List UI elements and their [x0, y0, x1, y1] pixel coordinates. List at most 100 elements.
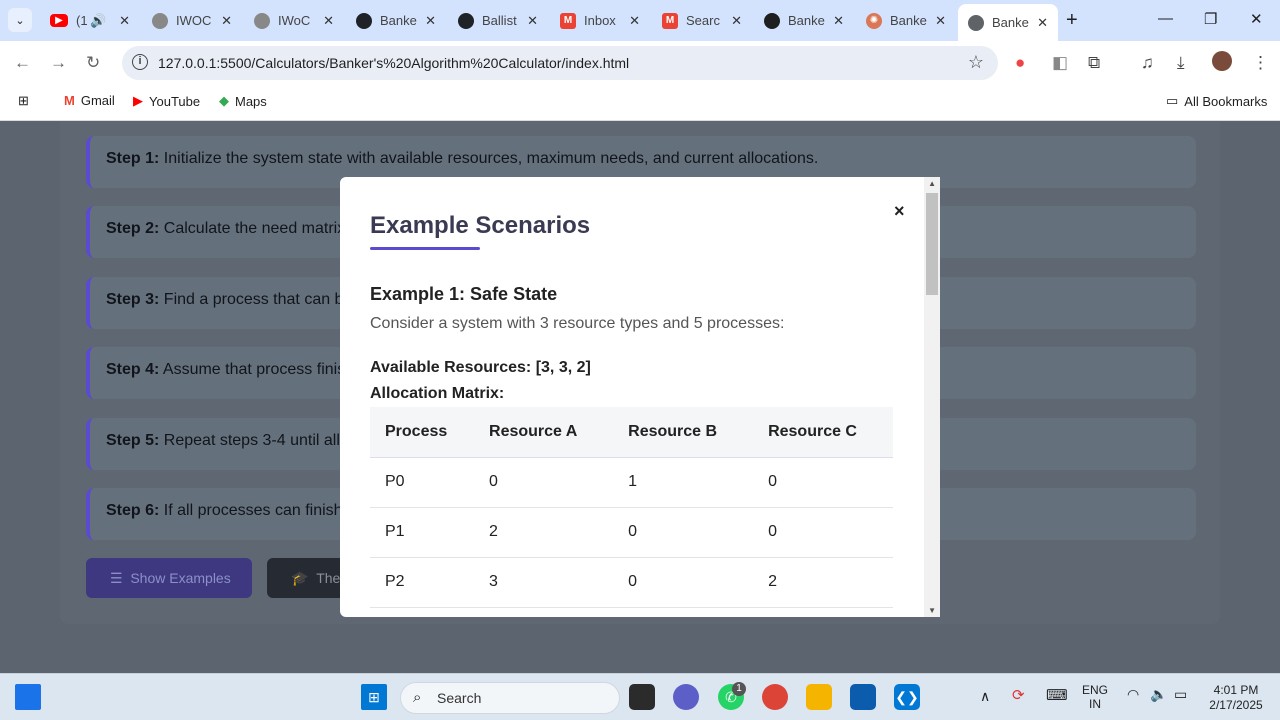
time-text: 4:01 PM: [1213, 683, 1259, 697]
wifi-icon[interactable]: ◠: [1127, 686, 1139, 703]
profile-avatar[interactable]: [1212, 51, 1232, 71]
taskbar-search[interactable]: ⌕ Search: [400, 682, 620, 714]
tab-close-icon[interactable]: ✕: [731, 13, 742, 29]
language-indicator[interactable]: ENG IN: [1082, 683, 1108, 711]
chrome-icon[interactable]: [762, 684, 788, 710]
tab-close-icon[interactable]: ✕: [629, 13, 640, 29]
tab-close-icon[interactable]: ✕: [425, 13, 436, 29]
column-header: Resource A: [474, 407, 614, 458]
table-cell: 0: [753, 507, 893, 558]
url-text[interactable]: 127.0.0.1:5500/Calculators/Banker's%20Al…: [158, 55, 629, 71]
bookmark-maps[interactable]: ◆ Maps: [219, 93, 267, 109]
tab-gmail-search[interactable]: M Searc ✕: [652, 6, 752, 35]
table-cell: 2: [474, 507, 614, 558]
tab-close-icon[interactable]: ✕: [527, 13, 538, 29]
tab-gmail-inbox[interactable]: M Inbox ✕: [550, 6, 650, 35]
globe-icon: [968, 14, 984, 31]
site-info-icon[interactable]: i: [132, 54, 148, 70]
modal-scrollbar[interactable]: ▲ ▼: [924, 177, 940, 617]
folder-icon: ▭: [1166, 93, 1179, 108]
extension-icon[interactable]: ◧: [1052, 53, 1068, 73]
minimize-icon[interactable]: —: [1158, 10, 1173, 27]
step-text: Assume that process finis: [162, 361, 346, 378]
tab-iwoc-2[interactable]: IWoC ✕: [244, 6, 344, 35]
step-text: Find a process that can b: [163, 291, 344, 308]
table-header-row: Process Resource A Resource B Resource C: [370, 407, 893, 458]
address-bar[interactable]: i 127.0.0.1:5500/Calculators/Banker's%20…: [122, 46, 998, 80]
allocation-matrix-label: Allocation Matrix:: [370, 385, 505, 402]
tab-close-icon[interactable]: ✕: [935, 13, 946, 29]
tab-close-icon[interactable]: ✕: [119, 13, 130, 29]
tab-title: Banke: [788, 13, 825, 28]
graduation-cap-icon: 🎓: [291, 570, 309, 586]
tab-close-icon[interactable]: ✕: [833, 13, 844, 29]
keyboard-icon[interactable]: ⌨: [1046, 686, 1068, 704]
color-extension-icon[interactable]: ●: [1015, 53, 1025, 73]
media-control-icon[interactable]: ♫: [1141, 53, 1154, 73]
bookmark-star-icon[interactable]: ☆: [968, 52, 984, 73]
title-underline: [370, 247, 480, 250]
scrollbar-thumb[interactable]: [926, 193, 938, 295]
clock[interactable]: 4:01 PM 2/17/2025: [1204, 683, 1268, 713]
show-examples-button[interactable]: ☰ Show Examples: [86, 558, 252, 598]
tab-title: Ballist: [482, 13, 517, 28]
list-icon: ☰: [110, 570, 123, 586]
teams-icon[interactable]: [673, 684, 699, 710]
tab-close-icon[interactable]: ✕: [1037, 15, 1048, 31]
iwoc-icon: [152, 12, 168, 29]
tab-close-icon[interactable]: ✕: [323, 13, 334, 29]
modal-title: Example Scenarios: [370, 212, 591, 239]
reload-icon[interactable]: ↻: [86, 53, 100, 73]
tab-youtube[interactable]: ▶ (1 🔊 ✕: [40, 6, 140, 35]
new-tab-button[interactable]: +: [1066, 9, 1078, 32]
tab-github-2[interactable]: Ballist ✕: [448, 6, 548, 35]
forward-icon[interactable]: →: [50, 53, 67, 73]
tab-close-icon[interactable]: ✕: [221, 13, 232, 29]
tab-bankers-active[interactable]: Banke ✕: [958, 4, 1058, 41]
gmail-icon: M: [560, 12, 576, 29]
scroll-down-icon[interactable]: ▼: [928, 606, 936, 615]
tab-title: Banke: [992, 15, 1029, 30]
vscode-icon[interactable]: ❮❯: [894, 684, 920, 710]
column-header: Resource C: [753, 407, 893, 458]
tab-claude[interactable]: ✺ Banke ✕: [856, 6, 956, 35]
widgets-icon[interactable]: [15, 684, 41, 710]
start-icon[interactable]: ⊞: [361, 684, 387, 710]
task-view-icon[interactable]: [629, 684, 655, 710]
bookmark-gmail[interactable]: M Gmail: [64, 93, 115, 108]
restore-icon[interactable]: ❐: [1204, 10, 1217, 28]
table-cell: 0: [753, 457, 893, 508]
store-icon[interactable]: [850, 684, 876, 710]
puzzle-extensions-icon[interactable]: ⧉: [1088, 53, 1100, 73]
window-close-icon[interactable]: ✕: [1250, 10, 1263, 28]
date-text: 2/17/2025: [1209, 698, 1263, 712]
table-row: P0 0 1 0: [370, 457, 893, 508]
modal-close-button[interactable]: ×: [894, 201, 905, 222]
table-cell: P1: [370, 507, 475, 558]
step-text: Calculate the need matrix: [163, 220, 346, 237]
battery-icon[interactable]: ▭: [1174, 686, 1187, 703]
step-text: Repeat steps 3-4 until all: [163, 432, 340, 449]
button-label: The: [316, 570, 341, 586]
sync-icon[interactable]: ⟳: [1012, 686, 1025, 704]
apps-icon[interactable]: ⊞: [18, 93, 29, 109]
speaker-icon[interactable]: 🔊: [90, 13, 106, 29]
github-icon: [458, 12, 474, 29]
tab-iwoc-1[interactable]: IWOC ✕: [142, 6, 242, 35]
table-row: P1 2 0 0: [370, 507, 893, 558]
all-bookmarks[interactable]: ▭ All Bookmarks: [1166, 93, 1267, 109]
file-explorer-icon[interactable]: [806, 684, 832, 710]
scroll-up-icon[interactable]: ▲: [928, 179, 936, 188]
download-icon[interactable]: ⤓: [1177, 53, 1185, 73]
bookmark-youtube[interactable]: ▶ YouTube: [133, 93, 200, 109]
volume-icon[interactable]: 🔈: [1150, 686, 1167, 703]
gmail-icon: M: [662, 12, 678, 29]
tab-search-button[interactable]: ⌄: [8, 8, 32, 32]
tab-title: (1: [76, 13, 88, 28]
back-icon[interactable]: ←: [14, 53, 31, 73]
tab-github-1[interactable]: Banke ✕: [346, 6, 446, 35]
tab-chatgpt[interactable]: Banke ✕: [754, 6, 854, 35]
menu-icon[interactable]: ⋮: [1252, 53, 1269, 73]
tab-title: IWOC: [176, 13, 212, 28]
chevron-up-icon[interactable]: ∧: [980, 688, 990, 705]
